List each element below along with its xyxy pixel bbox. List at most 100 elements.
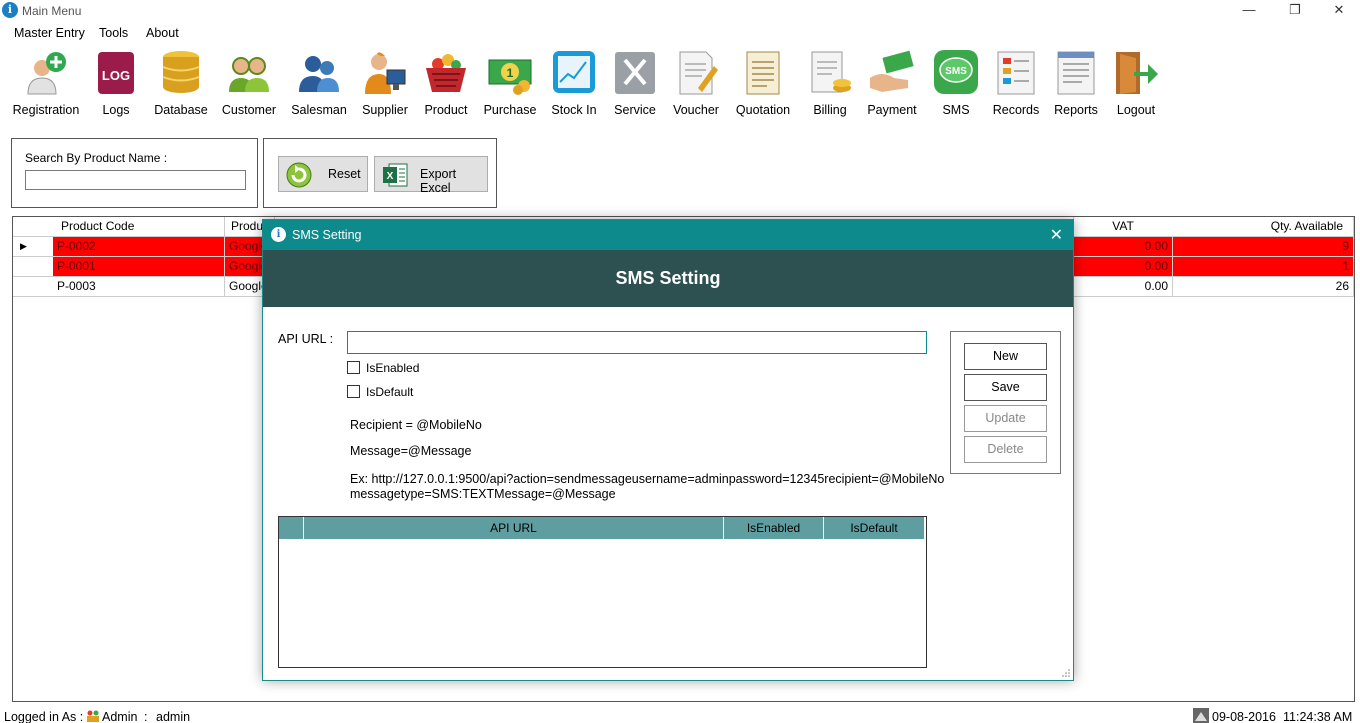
header-api-url[interactable]: API URL [304,517,724,539]
example-line-1: Ex: http://127.0.0.1:9500/api?action=sen… [350,472,945,486]
app-icon: i [271,227,286,242]
reset-button[interactable]: Reset [278,156,368,192]
toolbar-billing[interactable]: Billing [804,48,856,117]
current-row-arrow-icon: ▶ [20,241,27,251]
title-bar: i Main Menu — ❐ ✕ [0,0,1360,22]
header-product-code[interactable]: Product Code [53,217,225,237]
dialog-title-bar: i SMS Setting ✕ [263,220,1073,250]
reports-icon [1057,51,1095,95]
header-qty-available[interactable]: Qty. Available [1172,217,1354,237]
username: admin [156,710,191,723]
example-line-2: messagetype=SMS:TEXTMessage=@Message [350,487,616,501]
tools-icon [615,52,655,94]
checkbox-box[interactable] [347,361,360,374]
money-icon: 1 [488,59,532,95]
restore-button[interactable]: ❐ [1272,0,1318,22]
toolbar-reports[interactable]: Reports [1050,48,1102,117]
payment-icon [870,50,914,92]
toolbar-records[interactable]: Records [990,48,1042,117]
toolbar-supplier[interactable]: Supplier [358,48,412,117]
grid-corner [279,517,304,539]
api-url-input[interactable] [347,331,927,354]
main-toolbar: Registration LOG Logs Database Customer … [0,44,1360,118]
supplier-icon [365,52,406,94]
status-bar: Logged in As : Admin : admin 09-08-2016 … [0,703,1360,723]
customer-icon [229,57,269,92]
header-vat[interactable]: VAT [1073,217,1173,237]
user-role: Admin [102,710,138,723]
menu-master-entry[interactable]: Master Entry [14,26,85,40]
is-enabled-checkbox[interactable]: IsEnabled [347,360,447,376]
menu-tools[interactable]: Tools [99,26,128,40]
update-button[interactable]: Update [964,405,1047,432]
toolbar-customer[interactable]: Customer [219,48,279,117]
search-input[interactable] [25,170,246,190]
sms-icon: SMS [934,50,978,94]
window-title: Main Menu [22,4,82,18]
status-separator: : [144,710,148,723]
toolbar-registration[interactable]: Registration [10,48,82,117]
dialog-header: SMS Setting [263,250,1073,307]
toolbar-logout[interactable]: Logout [1110,48,1162,117]
action-panel: Reset X Export Excel [263,138,497,208]
search-label: Search By Product Name : [25,151,168,165]
save-button[interactable]: Save [964,374,1047,401]
stock-chart-icon [553,51,595,93]
toolbar-salesman[interactable]: Salesman [289,48,349,117]
product-basket-icon [426,54,466,92]
close-icon[interactable]: ✕ [1050,225,1063,245]
api-url-label: API URL : [278,332,334,346]
delete-button[interactable]: Delete [964,436,1047,463]
toolbar-voucher[interactable]: Voucher [669,48,723,117]
svg-text:SMS: SMS [945,66,967,77]
checkbox-box[interactable] [347,385,360,398]
close-window-button[interactable]: ✕ [1316,0,1360,22]
header-is-default[interactable]: IsDefault [824,517,924,539]
export-excel-button[interactable]: X Export Excel [374,156,488,195]
svg-text:X: X [387,171,394,182]
toolbar-sms[interactable]: SMS SMS [930,48,982,117]
toolbar-purchase[interactable]: 1 Purchase [481,48,539,117]
header-is-enabled[interactable]: IsEnabled [724,517,824,539]
toolbar-payment[interactable]: Payment [864,48,920,117]
sms-setting-dialog: i SMS Setting ✕ SMS Setting API URL : Is… [262,219,1074,681]
minimize-button[interactable]: — [1226,0,1272,22]
toolbar-logs[interactable]: LOG Logs [91,48,141,117]
resize-grip-icon[interactable] [1062,669,1070,677]
database-icon [162,51,200,93]
logout-icon [1116,52,1158,94]
new-button[interactable]: New [964,343,1047,370]
toolbar-database[interactable]: Database [152,48,210,117]
status-time: 11:24:38 AM [1283,710,1353,723]
billing-icon [811,51,851,93]
menu-bar: Master Entry Tools About [0,22,1360,44]
clock-icon [1193,708,1209,723]
toolbar-service[interactable]: Service [610,48,660,117]
row-selector[interactable] [13,277,54,297]
search-panel: Search By Product Name : [11,138,258,208]
is-default-checkbox[interactable]: IsDefault [347,384,447,400]
refresh-icon [286,162,312,188]
logged-in-label: Logged in As : [4,710,84,723]
dialog-title: SMS Setting [292,228,362,242]
recipient-note: Recipient = @MobileNo [350,418,482,432]
quotation-icon [746,51,780,95]
row-selector-current[interactable]: ▶ [13,237,54,257]
app-icon: i [2,2,18,18]
sms-api-grid: API URL IsEnabled IsDefault [278,516,927,668]
dialog-action-panel: New Save Update Delete [950,331,1061,474]
row-selector[interactable] [13,257,54,277]
toolbar-stock-in[interactable]: Stock In [548,48,600,117]
records-icon [997,51,1035,95]
excel-icon: X [383,163,408,187]
salesman-icon [299,56,339,92]
voucher-icon [679,51,718,95]
registration-icon [27,52,66,95]
log-icon: LOG [98,52,134,94]
menu-about[interactable]: About [146,26,179,40]
toolbar-quotation[interactable]: Quotation [731,48,795,117]
grid-corner [13,217,54,237]
svg-text:LOG: LOG [102,68,130,83]
user-group-icon [87,710,99,722]
toolbar-product[interactable]: Product [420,48,472,117]
